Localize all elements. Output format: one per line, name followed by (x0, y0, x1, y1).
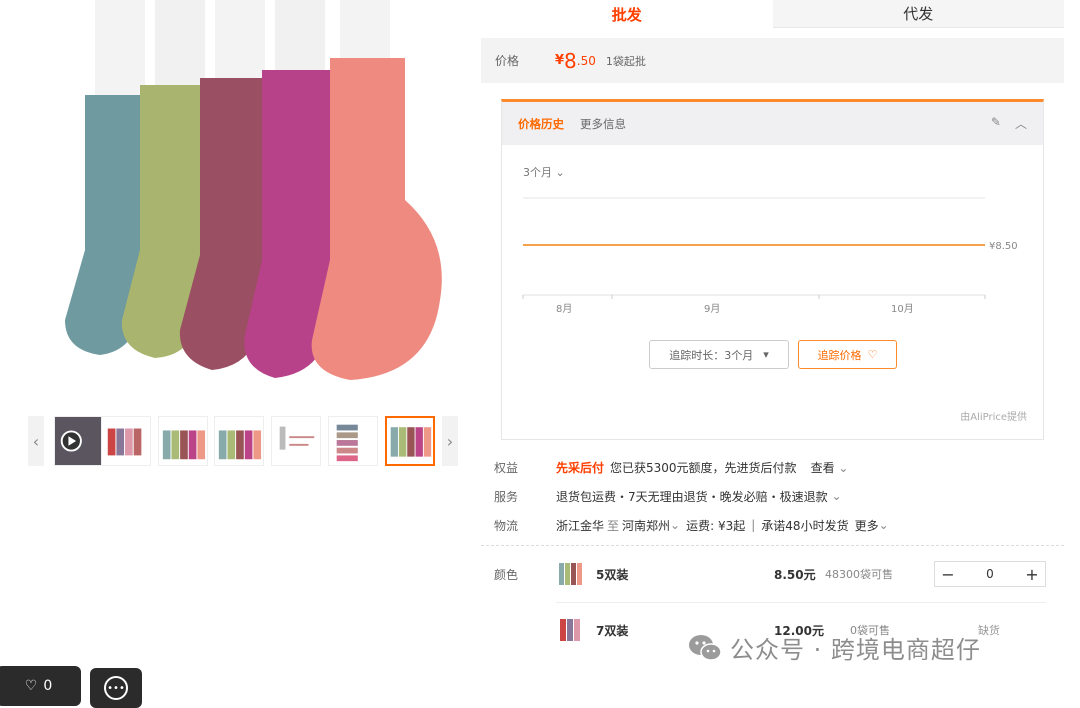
thumbnail[interactable] (158, 416, 208, 466)
chevron-down-icon: ⌄ (838, 460, 849, 475)
like-count: 0 (43, 678, 53, 694)
month-label: 8月 (556, 303, 572, 315)
service-text: 退货包运费・7天无理由退货・晚发必赔・极速退款 (556, 489, 828, 504)
credit-text: 您已获5300元额度，先进货后付款 (610, 460, 797, 475)
sku-name: 7双装 (596, 623, 629, 638)
shipping-fee: 运费: ¥3起 (686, 518, 746, 533)
watermark: 公众号 · 跨境电商超仔 (688, 630, 981, 665)
watermark-text: 公众号 · 跨境电商超仔 (730, 636, 981, 664)
price-history-header: 价格历史 更多信息 ✎ ︿ (502, 102, 1043, 145)
sku-thumbnail[interactable] (556, 615, 586, 645)
sku-thumbnail[interactable] (556, 559, 586, 589)
chevron-up-icon[interactable]: ︿ (1015, 115, 1027, 132)
range-value: 3个月 (523, 166, 552, 179)
view-rights-link[interactable]: 查看 ⌄ (811, 459, 849, 476)
like-button[interactable]: ♡ 0 (0, 666, 81, 706)
tab-more-info[interactable]: 更多信息 (580, 116, 626, 132)
thumbnail-active[interactable] (385, 416, 435, 466)
track-price-label: 追踪价格 (817, 348, 862, 362)
price-history-panel: 价格历史 更多信息 ✎ ︿ 3个月 ⌄ ¥8.50 8月 9月 10月 追踪时长… (501, 99, 1044, 440)
price-currency: ¥ (555, 53, 565, 68)
service-label: 服务 (494, 489, 519, 504)
sku-row: 颜色 5双装 8.50元 48300袋可售 − 0 + (494, 559, 1054, 589)
logistics-more-link[interactable]: 更多 (855, 517, 879, 534)
month-label: 9月 (704, 303, 720, 315)
track-duration-select[interactable]: 追踪时长：3个月 ▾ (649, 340, 789, 369)
wechat-icon (689, 634, 722, 661)
quantity-stepper: − 0 + (934, 561, 1046, 587)
chevron-down-icon[interactable]: ⌄ (828, 489, 841, 503)
heart-icon: ♡ (24, 678, 38, 694)
logistics-row: 物流 浙江金华 至 河南郑州 ⌄ 运费: ¥3起 | 承诺48小时发货 更多 ⌄ (494, 514, 1064, 536)
chevron-down-icon: ⌄ (878, 518, 889, 532)
caret-down-icon: ▾ (763, 348, 769, 361)
tab-dropship[interactable]: 代发 (772, 0, 1064, 28)
ship-from: 浙江金华 (556, 518, 605, 533)
provider-credit: 由AliPrice提供 (960, 412, 1027, 423)
chevron-right-icon[interactable]: › (442, 416, 458, 466)
price-integer: 8 (564, 48, 577, 73)
to-word: 至 (607, 518, 620, 533)
color-label: 颜色 (494, 567, 519, 582)
price-chart: ¥8.50 8月 9月 10月 (502, 182, 1045, 322)
track-duration-label: 追踪时长：3个月 (669, 348, 754, 362)
sku-price: 8.50元 (774, 567, 816, 582)
chat-button[interactable]: ••• (90, 668, 142, 708)
thumbnail[interactable] (214, 416, 264, 466)
divider (556, 602, 1046, 603)
price-label: 价格 (495, 54, 520, 68)
tab-price-history[interactable]: 价格历史 (518, 116, 564, 132)
logistics-label: 物流 (494, 518, 519, 533)
view-label: 查看 (810, 460, 835, 475)
sku-name: 5双装 (596, 567, 629, 582)
thumbnail[interactable] (328, 416, 378, 466)
range-dropdown[interactable]: 3个月 ⌄ (523, 164, 565, 180)
min-order-note: 1袋起批 (605, 54, 646, 68)
month-label: 10月 (891, 303, 914, 315)
chevron-down-icon[interactable]: ⌄ (670, 518, 680, 532)
thumbnail[interactable] (271, 416, 321, 466)
ship-to[interactable]: 河南郑州 (622, 517, 670, 534)
price-end-label: ¥8.50 (989, 241, 1018, 252)
chevron-left-icon[interactable]: ‹ (28, 416, 44, 466)
track-price-button[interactable]: 追踪价格 ♡ (798, 340, 897, 369)
thumbnail-video[interactable] (54, 416, 104, 466)
ship-promise: 承诺48小时发货 (761, 518, 849, 533)
price-decimal: .50 (576, 53, 596, 68)
product-main-image[interactable] (40, 0, 460, 395)
rights-label: 权益 (494, 460, 519, 475)
sku-stock: 48300袋可售 (825, 568, 893, 581)
chevron-down-icon: ⌄ (555, 166, 565, 179)
purchase-mode-tabs: 批发 代发 (481, 0, 1064, 28)
out-of-stock-label: 缺货 (978, 624, 1000, 637)
price-row: 价格 ¥ 8 .50 1袋起批 (481, 38, 1064, 83)
chat-icon: ••• (104, 676, 128, 700)
thumbnail-strip: ‹ › (28, 414, 460, 468)
edit-icon[interactable]: ✎ (991, 115, 1001, 132)
rights-row: 权益 先采后付 您已获5300元额度，先进货后付款 查看 ⌄ (494, 456, 1064, 478)
pay-later-badge: 先采后付 (556, 460, 605, 475)
increment-button[interactable]: + (1019, 562, 1045, 586)
service-row: 服务 退货包运费・7天无理由退货・晚发必赔・极速退款 ⌄ (494, 485, 1064, 507)
decrement-button[interactable]: − (935, 562, 961, 586)
quantity-input[interactable]: 0 (961, 567, 1019, 581)
tab-wholesale[interactable]: 批发 (481, 0, 773, 28)
heart-icon: ♡ (867, 348, 878, 361)
thumbnail[interactable] (101, 416, 151, 466)
divider (481, 545, 1064, 546)
separator: | (751, 518, 756, 532)
